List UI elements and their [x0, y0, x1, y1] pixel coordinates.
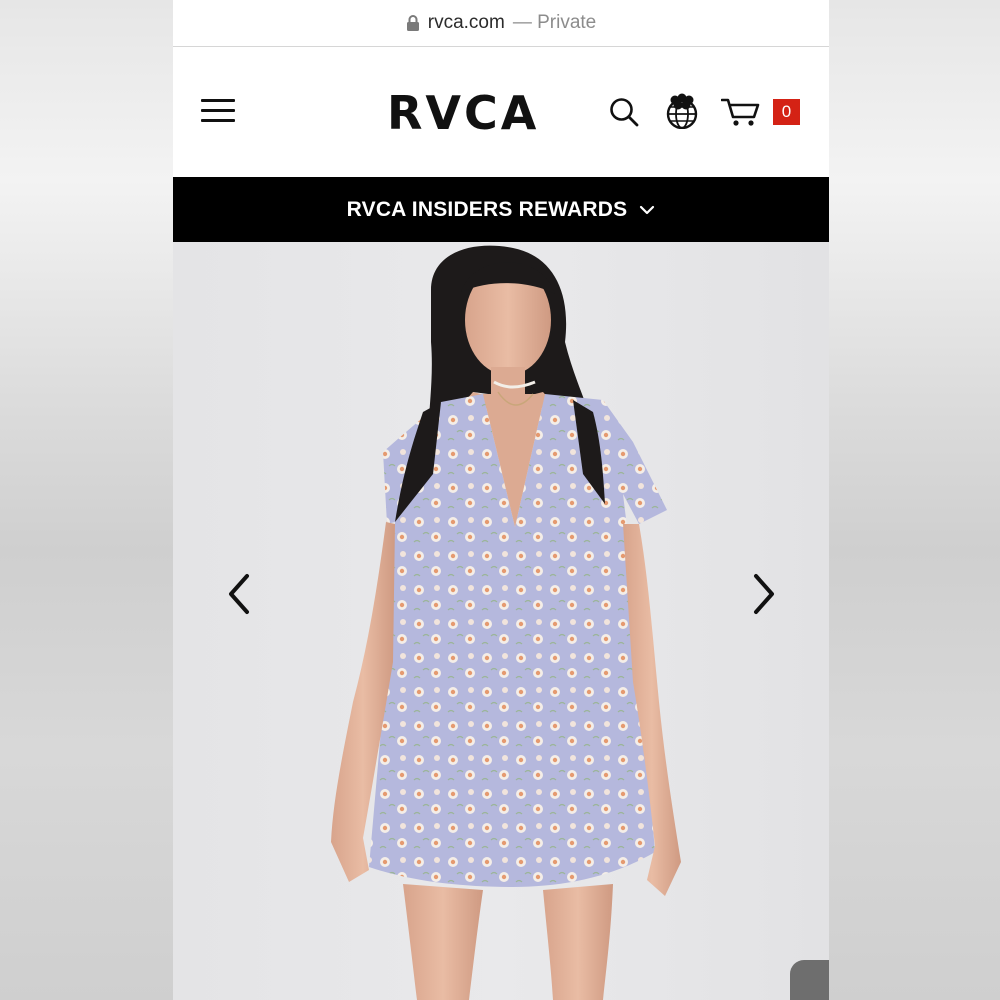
menu-icon[interactable] [201, 97, 237, 125]
floating-action-button[interactable] [790, 960, 829, 1000]
site-header: RVCA 0 [173, 47, 829, 177]
lock-icon [406, 15, 419, 31]
private-label: — Private [512, 12, 597, 33]
promo-label: RVCA INSIDERS REWARDS [346, 197, 628, 221]
background-blur-left [0, 0, 173, 1000]
insiders-rewards-banner[interactable]: RVCA INSIDERS REWARDS [173, 177, 829, 242]
cart-icon[interactable] [721, 97, 761, 127]
cart-count-badge[interactable]: 0 [773, 99, 800, 125]
svg-text:RVCA: RVCA [387, 86, 539, 137]
background-blur-right [829, 0, 1000, 1000]
product-photo [331, 245, 681, 1000]
search-icon[interactable] [609, 97, 639, 127]
chevron-left-icon[interactable] [225, 572, 255, 616]
rvca-logo[interactable]: RVCA [387, 85, 553, 140]
rvca-logo-mark: RVCA [387, 86, 539, 140]
chevron-down-icon [640, 205, 655, 214]
url-domain: rvca.com [427, 12, 505, 33]
address-bar[interactable]: rvca.com — Private [173, 0, 829, 47]
product-image-gallery[interactable] [173, 242, 829, 1000]
mobile-browser-screen: rvca.com — Private RVCA 0 RVCA INSIDERS … [173, 0, 829, 1000]
globe-icon[interactable] [665, 93, 699, 129]
chevron-right-icon[interactable] [748, 572, 778, 616]
